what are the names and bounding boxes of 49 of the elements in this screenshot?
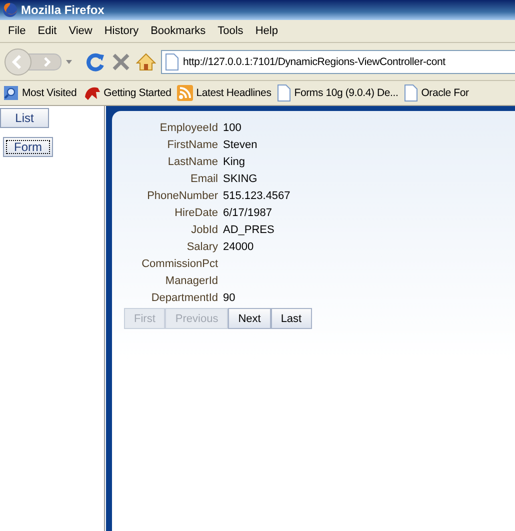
field-label: HireDate (174, 206, 218, 220)
field-label: CommissionPct (140, 257, 218, 271)
field-label: FirstName (166, 138, 218, 152)
stop-icon[interactable] (111, 52, 131, 72)
field-value: 515.123.4567 (223, 189, 290, 203)
search-icon (3, 85, 19, 101)
reload-icon[interactable] (86, 52, 106, 72)
firefox-logo-icon (2, 2, 18, 18)
menu-item[interactable]: Bookmarks (144, 25, 212, 37)
view-button[interactable]: List (0, 108, 49, 128)
dragon-icon (82, 85, 101, 101)
pager-button[interactable]: Next (228, 308, 271, 329)
menu-item[interactable]: History (98, 25, 145, 37)
view-button[interactable]: Form (3, 137, 53, 157)
field-label: ManagerId (164, 274, 218, 288)
window-title: Mozilla Firefox (21, 3, 104, 17)
page-icon (277, 84, 292, 102)
bookmark-link[interactable]: Most Visited (22, 87, 77, 99)
home-icon[interactable] (136, 52, 156, 72)
menu-item[interactable]: File (2, 25, 32, 37)
menu-item[interactable]: Tools (212, 25, 250, 37)
field-value: SKING (223, 172, 258, 186)
field-value: Steven (223, 138, 258, 152)
url-text: http://127.0.0.1:7101/DynamicRegions-ViewController-cont (183, 56, 446, 68)
bookmark-link[interactable]: Forms 10g (9.0.4) De... (294, 87, 398, 99)
field-label: Email (189, 172, 218, 186)
field-value: 6/17/1987 (223, 206, 273, 220)
page-icon (165, 52, 179, 70)
field-label: PhoneNumber (146, 189, 218, 203)
bookmark-link[interactable]: Oracle For (421, 87, 469, 99)
address-field[interactable]: http://127.0.0.1:7101/DynamicRegions-ViewController-cont (161, 50, 515, 74)
menu-item[interactable]: View (62, 25, 98, 37)
bookmark-link[interactable]: Latest Headlines (196, 87, 272, 99)
field-label: LastName (166, 155, 218, 169)
field-label: JobId (190, 223, 218, 237)
bookmark-link[interactable]: Getting Started (104, 87, 172, 99)
field-label: EmployeeId (158, 121, 218, 135)
pager-button[interactable]: Last (270, 308, 312, 329)
field-label: DepartmentId (150, 291, 218, 305)
field-value: AD_PRES (223, 223, 276, 237)
field-value: 24000 (223, 240, 255, 254)
field-value: King (223, 155, 246, 169)
field-label: Salary (186, 240, 218, 254)
menu-item[interactable]: Help (249, 25, 284, 37)
menu-item[interactable]: Edit (32, 25, 63, 37)
field-value: 90 (223, 291, 236, 305)
feed-icon (177, 85, 194, 101)
field-value: 100 (223, 121, 242, 135)
page-icon (404, 84, 418, 102)
